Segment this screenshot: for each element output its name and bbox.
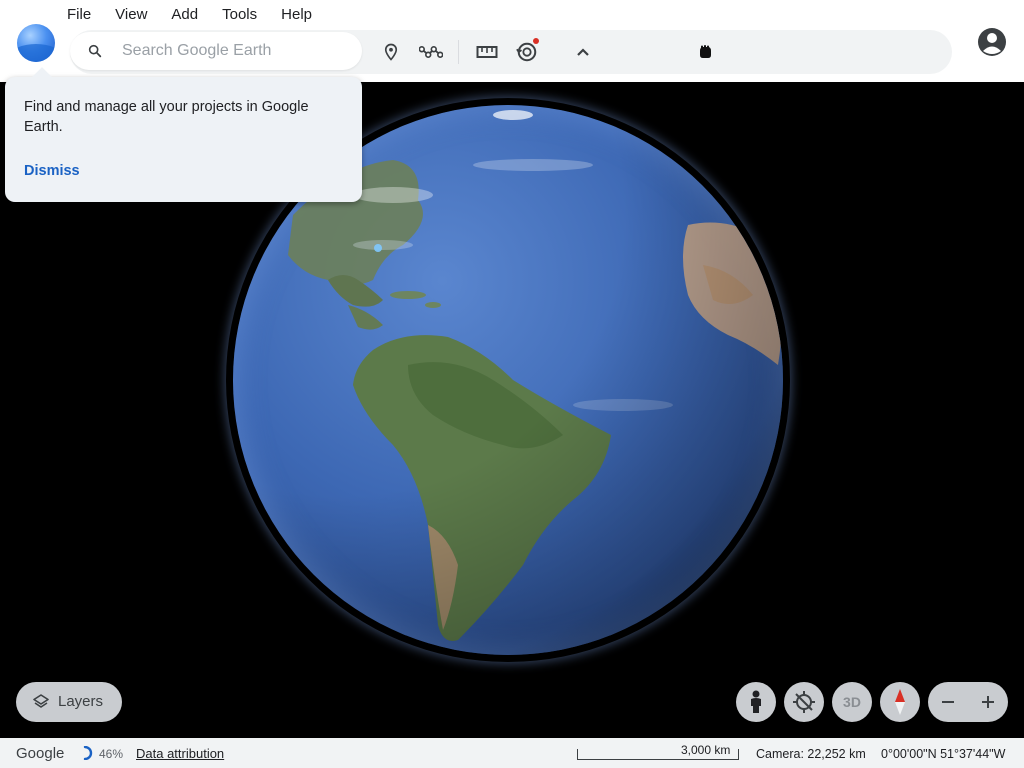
projects-onboarding-popup: Find and manage all your projects in Goo…: [5, 67, 362, 202]
camera-altitude: Camera: 22,252 km: [756, 747, 866, 761]
menu-tools[interactable]: Tools: [222, 6, 257, 24]
notification-dot: [533, 38, 539, 44]
dismiss-button[interactable]: Dismiss: [24, 163, 80, 179]
zoom-in-button[interactable]: [968, 682, 1008, 722]
voyager-icon[interactable]: [515, 38, 539, 64]
search-box: [70, 32, 362, 70]
my-location-button[interactable]: [784, 682, 824, 722]
layers-button[interactable]: Layers: [16, 682, 122, 722]
minus-icon: [942, 701, 954, 703]
path-icon[interactable]: [419, 40, 443, 64]
search-input[interactable]: [122, 40, 350, 62]
street-view-pegman-button[interactable]: [736, 682, 776, 722]
plus-icon: [982, 696, 994, 708]
collapse-chevron-icon[interactable]: [571, 40, 595, 64]
loading-progress: 46%: [99, 747, 124, 761]
scale-label: 3,000 km: [681, 743, 731, 757]
google-wordmark: Google: [16, 745, 65, 762]
pegman-icon: [751, 690, 761, 713]
compass-icon: [895, 689, 905, 715]
measure-ruler-icon[interactable]: [475, 40, 499, 64]
google-earth-app: File View Add Tools Help Search Google E…: [0, 0, 1024, 768]
zoom-out-button[interactable]: [928, 682, 968, 722]
menu-help[interactable]: Help: [281, 6, 312, 24]
google-earth-logo-icon[interactable]: [17, 24, 55, 62]
menu-file[interactable]: File: [67, 6, 91, 24]
menu-add[interactable]: Add: [171, 6, 198, 24]
popup-message: Find and manage all your projects in Goo…: [24, 99, 309, 135]
main-toolbar: [70, 30, 952, 74]
app-header: File View Add Tools Help: [0, 0, 1024, 82]
loading-spinner-icon: [83, 746, 93, 760]
account-icon[interactable]: [977, 27, 1007, 57]
compass-button[interactable]: [880, 682, 920, 722]
layers-label: Layers: [58, 693, 104, 710]
zoom-control: [928, 682, 1008, 722]
layers-icon: [33, 694, 49, 708]
location-off-icon: [793, 691, 815, 713]
menu-bar: File View Add Tools Help: [67, 6, 336, 24]
hand-cursor-icon: [693, 40, 717, 64]
toolbar-divider: [458, 40, 459, 64]
status-bar: Google 46% Data attribution 3,000 km Cam…: [0, 738, 1024, 768]
toggle-3d-label: 3D: [843, 694, 861, 710]
search-icon[interactable]: [87, 43, 103, 59]
place-marker-icon[interactable]: [379, 40, 403, 64]
menu-view[interactable]: View: [115, 6, 147, 24]
toggle-3d-button[interactable]: 3D: [832, 682, 872, 722]
cursor-coordinates: 0°00'00"N 51°37'44"W: [881, 747, 1006, 761]
data-attribution-link[interactable]: Data attribution: [136, 746, 224, 761]
